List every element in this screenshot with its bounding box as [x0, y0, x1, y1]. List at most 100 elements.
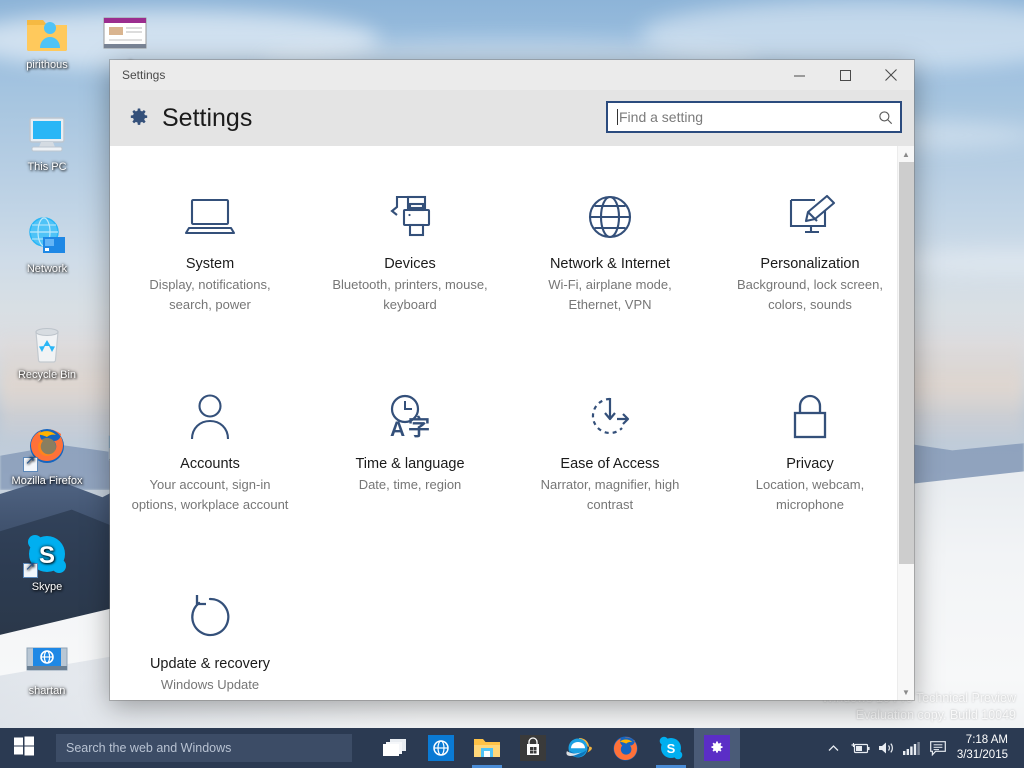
settings-tile-system[interactable]: System Display, notifications, search, p…: [110, 172, 310, 372]
tile-title: Personalization: [760, 256, 860, 272]
settings-tile-time-language[interactable]: A 字 Time & language Date, time, region: [310, 372, 510, 572]
settings-tile-update-recovery[interactable]: Update & recovery Windows Update: [110, 572, 310, 700]
scrollbar-thumb[interactable]: [899, 162, 914, 564]
close-icon: [885, 69, 897, 81]
taskbar-button-project-spartan[interactable]: [418, 728, 464, 768]
svg-text:A: A: [390, 418, 405, 441]
desktop-icon-network[interactable]: Network: [8, 212, 86, 276]
page-title: Settings: [162, 103, 253, 132]
search-box[interactable]: [606, 101, 902, 133]
desktop-icon-shartan[interactable]: shartan: [8, 634, 86, 698]
clock-date: 3/31/2015: [956, 749, 1008, 761]
clock-time: 7:18 AM: [965, 734, 1008, 746]
taskbar-button-file-explorer[interactable]: [464, 728, 510, 768]
search-input[interactable]: [618, 109, 870, 125]
lock-icon: [788, 386, 832, 448]
printer-icon: [384, 186, 436, 248]
settings-tile-personalization[interactable]: Personalization Background, lock screen,…: [710, 172, 910, 372]
tile-title: System: [185, 256, 235, 272]
volume-icon: [878, 742, 893, 754]
settings-content: System Display, notifications, search, p…: [110, 146, 914, 700]
taskbar-button-skype[interactable]: S: [648, 728, 694, 768]
minimize-button[interactable]: [776, 60, 822, 90]
start-button[interactable]: [0, 728, 48, 768]
vertical-scrollbar[interactable]: ▲ ▼: [897, 146, 914, 700]
network-icon: [23, 212, 71, 260]
tile-subtitle: Background, lock screen, colors, sounds: [737, 277, 883, 312]
maximize-button[interactable]: [822, 60, 868, 90]
settings-tile-ease-of-access[interactable]: Ease of Access Narrator, magnifier, high…: [510, 372, 710, 572]
settings-gear-icon: [704, 735, 730, 761]
store-icon: [520, 735, 546, 761]
settings-tile-devices[interactable]: Devices Bluetooth, printers, mouse, keyb…: [310, 172, 510, 372]
desktop-icon-this-pc[interactable]: This PC: [8, 110, 86, 174]
taskbar-search-placeholder: Search the web and Windows: [66, 741, 232, 755]
skype-icon: S: [659, 736, 683, 760]
window-title: Settings: [122, 68, 166, 82]
show-hidden-icons-button[interactable]: [821, 728, 847, 768]
tile-subtitle: Location, webcam, microphone: [755, 477, 865, 512]
firefox-icon: [23, 424, 71, 472]
recycle-bin-icon: [23, 318, 71, 366]
window-titlebar[interactable]: Settings: [110, 60, 914, 90]
settings-tile-accounts[interactable]: Accounts Your account, sign-in options, …: [110, 372, 310, 572]
windows-logo-icon: [14, 736, 34, 761]
signal-bars-icon: [903, 741, 921, 755]
desktop-icon-skype[interactable]: S Skype: [8, 530, 86, 594]
tile-subtitle: Wi-Fi, airplane mode, Ethernet, VPN: [548, 277, 672, 312]
tile-subtitle: Display, notifications, search, power: [149, 277, 271, 312]
tile-subtitle: Narrator, magnifier, high contrast: [540, 477, 680, 512]
settings-tile-privacy[interactable]: Privacy Location, webcam, microphone: [710, 372, 910, 572]
desktop-icon-mozilla-firefox[interactable]: Mozilla Firefox: [8, 424, 86, 488]
ease-of-access-icon: [584, 386, 636, 448]
scroll-down-arrow-icon[interactable]: ▼: [898, 684, 914, 700]
spartan-browser-icon: [23, 634, 71, 682]
desktop-icon-label: Mozilla Firefox: [11, 475, 83, 487]
watermark-line-2: Evaluation copy. Build 10049: [855, 708, 1016, 722]
settings-window[interactable]: Settings Settings Find a setting System …: [110, 60, 914, 700]
shortcut-arrow-icon: [23, 454, 38, 472]
globe-icon: [585, 186, 635, 248]
desktop-icon-recycle-bin[interactable]: Recycle Bin: [8, 318, 86, 382]
battery-button[interactable]: [847, 728, 873, 768]
internet-explorer-icon: [566, 738, 592, 758]
taskbar: Search the web and Windows S 7:18 AM 3/3…: [0, 728, 1024, 768]
taskbar-clock[interactable]: 7:18 AM 3/31/2015: [951, 728, 1018, 768]
tile-subtitle: Windows Update: [160, 677, 260, 692]
tile-subtitle: Date, time, region: [358, 477, 462, 492]
search-icon[interactable]: [870, 103, 900, 131]
desktop: pirithous web: [0, 0, 1024, 768]
volume-button[interactable]: [873, 728, 899, 768]
skype-icon: S: [23, 530, 71, 578]
webpage-shortcut-icon: [101, 8, 149, 56]
taskbar-app-list: S: [372, 728, 740, 768]
tile-title: Accounts: [180, 456, 240, 472]
taskbar-button-task-view[interactable]: [372, 728, 418, 768]
desktop-icon-label: pirithous: [26, 59, 68, 71]
svg-text:S: S: [667, 741, 676, 756]
clock-language-icon: A 字: [383, 386, 437, 448]
action-center-button[interactable]: [925, 728, 951, 768]
window-controls: [776, 60, 914, 90]
battery-charging-icon: [851, 743, 870, 754]
shortcut-arrow-icon: [23, 560, 38, 578]
taskbar-search-box[interactable]: Search the web and Windows: [56, 734, 352, 762]
scroll-up-arrow-icon[interactable]: ▲: [898, 146, 914, 162]
notification-icon: [929, 740, 946, 756]
settings-header: Settings: [110, 90, 914, 146]
tile-title: Network & Internet: [549, 256, 671, 272]
close-button[interactable]: [868, 60, 914, 90]
taskbar-button-settings[interactable]: [694, 728, 740, 768]
network-button[interactable]: [899, 728, 925, 768]
firefox-icon: [613, 736, 637, 760]
task-view-icon: [383, 739, 406, 756]
tile-title: Time & language: [355, 456, 465, 472]
taskbar-button-internet-explorer[interactable]: [556, 728, 602, 768]
tile-subtitle: Bluetooth, printers, mouse, keyboard: [332, 277, 488, 312]
settings-tile-network-internet[interactable]: Network & Internet Wi-Fi, airplane mode,…: [510, 172, 710, 372]
taskbar-button-store[interactable]: [510, 728, 556, 768]
desktop-icon-pirithous[interactable]: pirithous: [8, 8, 86, 72]
system-tray: 7:18 AM 3/31/2015: [821, 728, 1024, 768]
taskbar-button-firefox[interactable]: [602, 728, 648, 768]
desktop-icon-label: Recycle Bin: [17, 369, 77, 381]
